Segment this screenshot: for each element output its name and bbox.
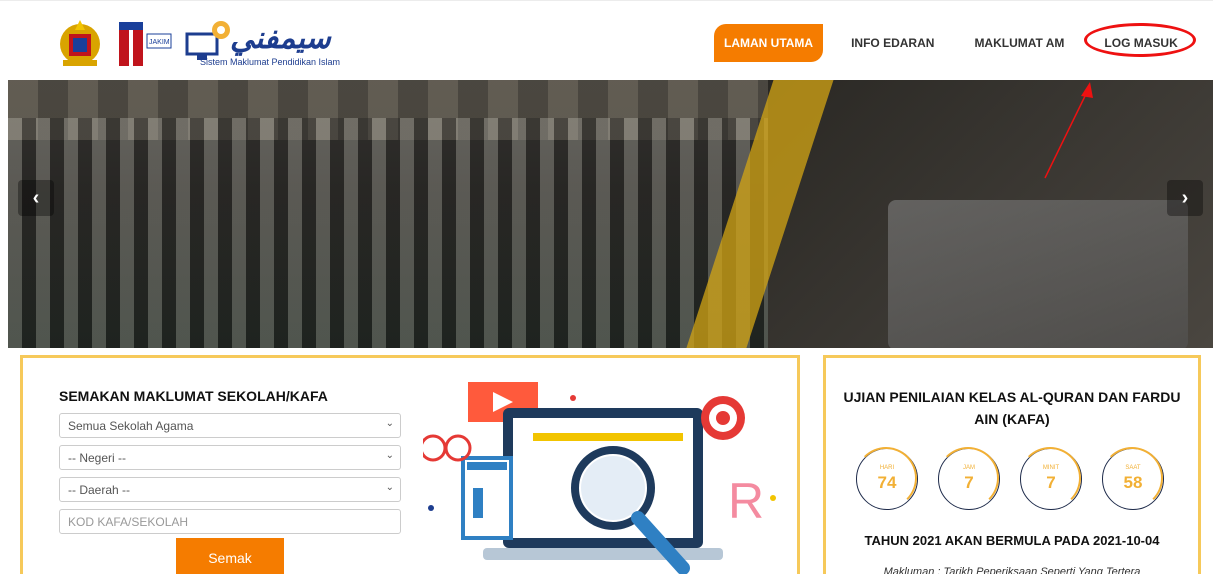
countdown-minutes-value: 7 — [1046, 473, 1056, 492]
login-wrap: LOG MASUK — [1084, 23, 1205, 62]
login-highlight-circle — [1084, 23, 1197, 57]
countdown-hours-label: JAM — [963, 465, 975, 471]
hero-laptop-image — [888, 200, 1188, 348]
countdown-timer: HARI 74 JAM 7 MINIT 7 SAAT 58 — [855, 447, 1164, 510]
school-search-card: SEMAKAN MAKLUMAT SEKOLAH/KAFA Semua Seko… — [20, 355, 800, 574]
school-code-input[interactable]: KOD KAFA/SEKOLAH — [59, 509, 401, 534]
chevron-down-icon: ⌄ — [385, 482, 394, 493]
countdown-seconds-label: SAAT — [1125, 465, 1141, 471]
state-select[interactable]: -- Negeri -- ⌄ — [59, 445, 401, 470]
exam-countdown-card: UJIAN PENILAIAN KELAS AL-QURAN DAN FARDU… — [823, 355, 1201, 574]
school-code-placeholder: KOD KAFA/SEKOLAH — [68, 515, 189, 529]
brand-subtitle: Sistem Maklumat Pendidikan Islam — [200, 57, 341, 67]
malaysia-coat-of-arms-logo — [60, 19, 100, 66]
countdown-days-value: 74 — [877, 473, 897, 492]
site-header: JAKIM سيمفني Sistem Maklumat Pendidikan … — [0, 0, 1213, 80]
search-illustration: R — [423, 382, 776, 574]
exam-title: UJIAN PENILAIAN KELAS AL-QURAN DAN FARDU… — [843, 389, 1181, 427]
district-value: -- Daerah -- — [68, 483, 131, 497]
exam-start-text: TAHUN 2021 AKAN BERMULA PADA 2021-10-04 — [864, 533, 1160, 548]
countdown-hours: JAM 7 — [937, 447, 1000, 510]
hero-slider: ‹ › — [8, 80, 1213, 348]
school-type-select[interactable]: Semua Sekolah Agama ⌄ — [59, 413, 401, 438]
countdown-days-label: HARI — [879, 465, 895, 471]
school-type-value: Semua Sekolah Agama — [68, 419, 194, 433]
countdown-seconds-value: 58 — [1123, 473, 1143, 492]
countdown-minutes-label: MINIT — [1042, 465, 1060, 471]
countdown-days: HARI 74 — [855, 447, 918, 510]
search-card-title: SEMAKAN MAKLUMAT SEKOLAH/KAFA — [59, 388, 328, 404]
chevron-right-icon: › — [1181, 187, 1189, 209]
hero-background-students — [8, 118, 768, 348]
chevron-left-icon: ‹ — [32, 187, 40, 209]
svg-text:R: R — [728, 473, 764, 529]
countdown-hours-value: 7 — [964, 473, 974, 492]
chevron-down-icon: ⌄ — [385, 450, 394, 461]
slider-prev-button[interactable]: ‹ — [18, 180, 54, 216]
jakim-label: JAKIM — [149, 39, 170, 46]
nav-maklumat-am[interactable]: MAKLUMAT AM — [962, 24, 1076, 62]
semak-button[interactable]: Semak — [176, 538, 284, 574]
jakim-logo: JAKIM — [119, 21, 172, 66]
nav-info-edaran[interactable]: INFO EDARAN — [839, 24, 946, 62]
slider-next-button[interactable]: › — [1167, 180, 1203, 216]
exam-note: Makluman : Tarikh Peperiksaan Seperti Ya… — [883, 566, 1141, 574]
main-nav: LAMAN UTAMA INFO EDARAN MAKLUMAT AM LOG … — [714, 23, 1206, 62]
chevron-down-icon: ⌄ — [385, 418, 394, 429]
countdown-seconds: SAAT 58 — [1101, 447, 1164, 510]
nav-laman-utama[interactable]: LAMAN UTAMA — [714, 24, 824, 62]
countdown-minutes: MINIT 7 — [1019, 447, 1082, 510]
district-select[interactable]: -- Daerah -- ⌄ — [59, 477, 401, 502]
state-value: -- Negeri -- — [68, 451, 127, 465]
brand-arabic-wordmark: سيمفني — [230, 21, 331, 56]
